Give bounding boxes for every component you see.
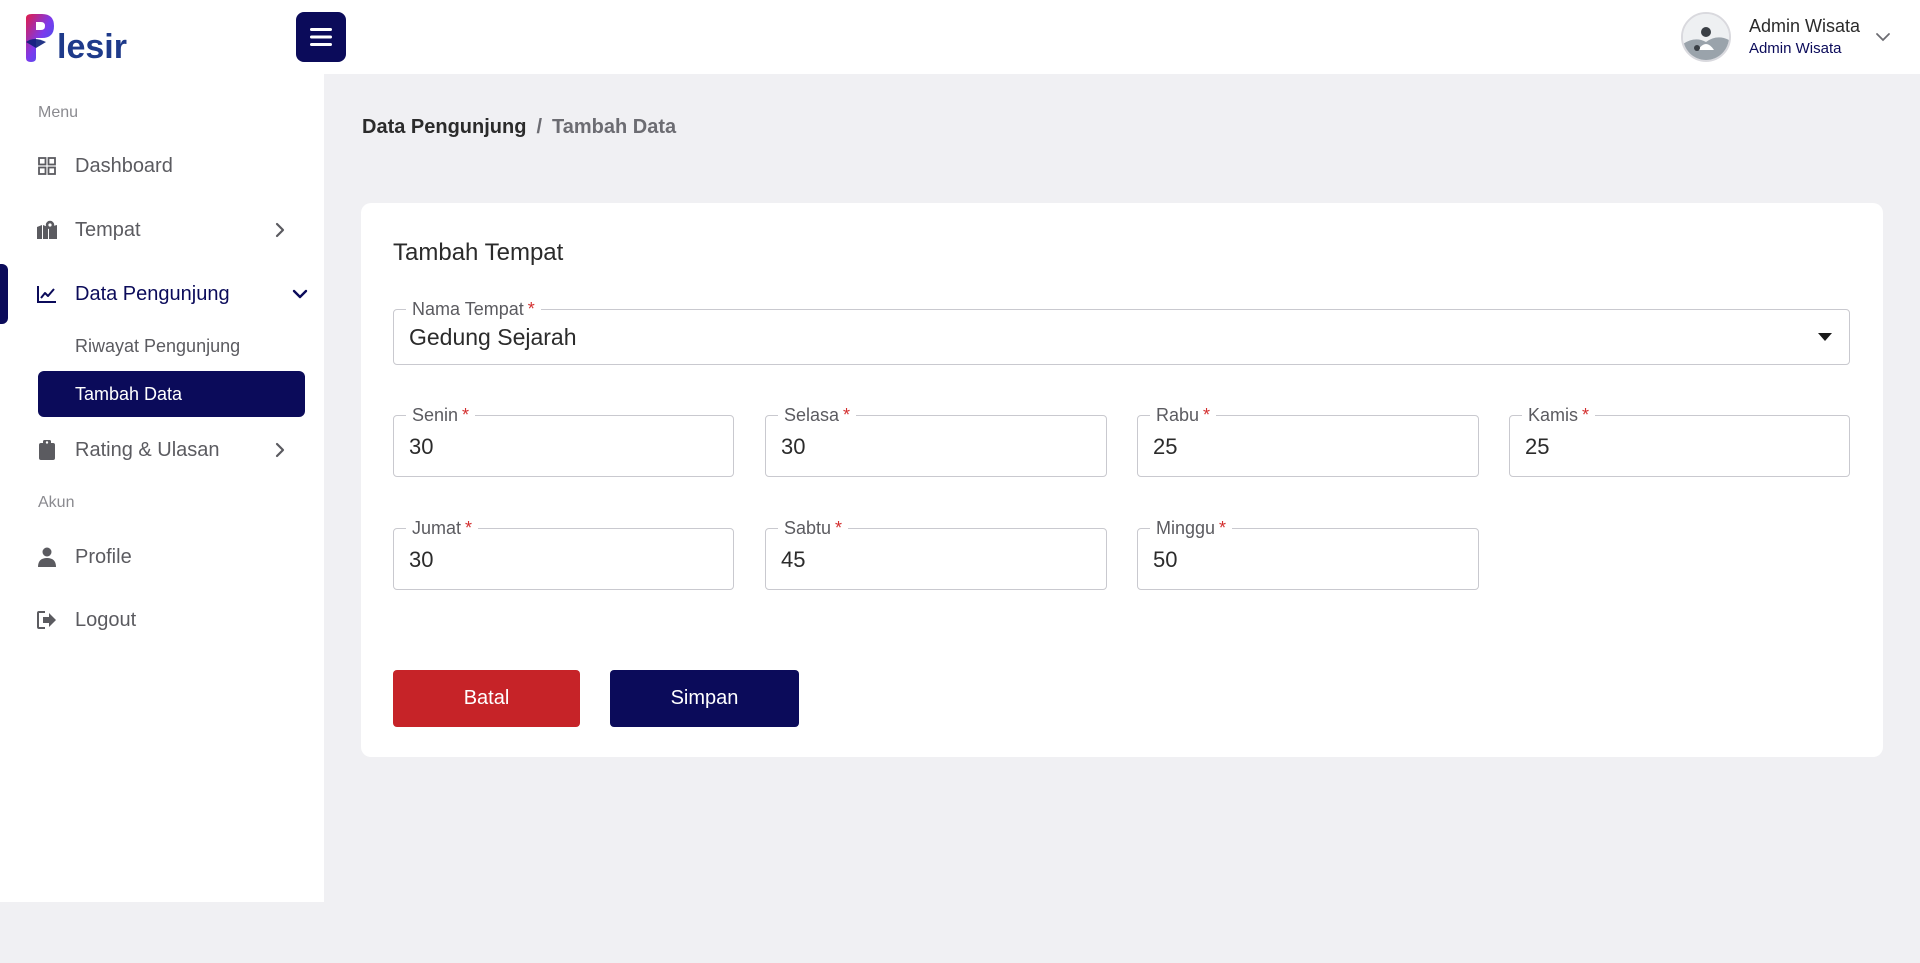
chevron-right-icon <box>275 222 285 238</box>
sidebar-item-label: Logout <box>75 608 137 631</box>
required-mark: * <box>1203 405 1211 425</box>
sidebar-item-label: Data Pengunjung <box>75 282 230 305</box>
jumat-label: Jumat <box>412 518 462 538</box>
form-card: Tambah Tempat Nama Tempat * Gedung Sejara… <box>361 203 1883 757</box>
required-mark: * <box>843 405 851 425</box>
selasa-value: 30 <box>781 434 806 459</box>
sidebar-item-rating[interactable]: Rating & Ulasan <box>0 428 324 472</box>
sidebar-item-label: Tempat <box>75 218 141 241</box>
rabu-field[interactable]: Rabu * 25 <box>1137 404 1479 477</box>
form-title: Tambah Tempat <box>393 239 564 266</box>
map-icon <box>36 219 58 241</box>
rabu-value: 25 <box>1153 434 1178 459</box>
line-chart-icon <box>36 283 58 305</box>
jumat-field[interactable]: Jumat * 30 <box>393 517 734 590</box>
required-mark: * <box>462 405 470 425</box>
jumat-value: 30 <box>409 547 434 572</box>
sidebar-item-dashboard[interactable]: Dashboard <box>0 144 324 188</box>
senin-field[interactable]: Senin * 30 <box>393 404 734 477</box>
sidebar-item-data-pengunjung[interactable]: Data Pengunjung <box>0 272 324 316</box>
kamis-field[interactable]: Kamis * 25 <box>1509 404 1850 477</box>
cancel-button[interactable]: Batal <box>393 670 580 727</box>
minggu-field[interactable]: Minggu * 50 <box>1137 517 1479 590</box>
chevron-down-icon <box>292 289 308 299</box>
sabtu-label: Sabtu <box>784 518 832 538</box>
minggu-label: Minggu <box>1156 518 1216 538</box>
selasa-field[interactable]: Selasa * 30 <box>765 404 1107 477</box>
required-mark: * <box>465 518 473 538</box>
place-select[interactable]: Nama Tempat * Gedung Sejarah <box>393 298 1850 365</box>
sidebar-item-profile[interactable]: Profile <box>0 535 324 579</box>
place-select-value: Gedung Sejarah <box>409 324 577 350</box>
senin-value: 30 <box>409 434 434 459</box>
clipboard-icon <box>36 439 58 461</box>
sidebar-subitem-label: Riwayat Pengunjung <box>75 335 241 356</box>
sidebar-item-label: Rating & Ulasan <box>75 438 220 461</box>
senin-label: Senin <box>412 405 459 425</box>
sidebar-subitem-riwayat[interactable]: Riwayat Pengunjung <box>38 323 305 369</box>
selasa-label: Selasa <box>784 405 840 425</box>
user-menu[interactable]: Admin Wisata Admin Wisata <box>1680 12 1892 62</box>
caret-down-icon <box>1818 333 1832 341</box>
kamis-label: Kamis <box>1528 405 1579 425</box>
user-icon <box>36 546 58 568</box>
required-mark: * <box>527 299 535 319</box>
chevron-right-icon <box>275 442 285 458</box>
plesir-logo[interactable]: lesir <box>24 12 140 64</box>
breadcrumb: Data Pengunjung / Tambah Data <box>362 116 676 139</box>
hamburger-icon <box>310 28 332 46</box>
logout-icon <box>36 609 58 631</box>
place-select-label: Nama Tempat <box>412 299 524 319</box>
sidebar-item-tempat[interactable]: Tempat <box>0 208 324 252</box>
sidebar-item-label: Profile <box>75 545 132 568</box>
user-role: Admin Wisata <box>1748 40 1842 57</box>
required-mark: * <box>1582 405 1590 425</box>
rabu-label: Rabu <box>1156 405 1200 425</box>
kamis-value: 25 <box>1525 434 1550 459</box>
minggu-value: 50 <box>1153 547 1178 572</box>
menu-toggle-button[interactable] <box>296 12 346 62</box>
avatar <box>1680 12 1731 62</box>
sidebar-item-logout[interactable]: Logout <box>0 598 324 642</box>
sabtu-value: 45 <box>781 547 806 572</box>
top-header: lesir Admin Wisata Admin Wisata <box>0 0 1920 74</box>
sidebar: Menu Dashboard Tempat Data Pengunjung Ri… <box>0 74 324 902</box>
sabtu-field[interactable]: Sabtu * 45 <box>765 517 1107 590</box>
account-section-label: Akun <box>38 494 75 511</box>
sidebar-subitem-label: Tambah Data <box>75 383 183 404</box>
breadcrumb-separator: / <box>536 116 543 138</box>
required-mark: * <box>1219 518 1227 538</box>
user-name: Admin Wisata <box>1748 16 1860 36</box>
sidebar-subitem-tambah-data[interactable]: Tambah Data <box>38 371 305 417</box>
required-mark: * <box>835 518 843 538</box>
breadcrumb-current: Tambah Data <box>552 116 677 138</box>
sidebar-item-label: Dashboard <box>75 154 173 177</box>
grid-icon <box>36 155 58 177</box>
breadcrumb-parent[interactable]: Data Pengunjung <box>362 116 526 139</box>
menu-section-label: Menu <box>38 104 79 121</box>
save-button[interactable]: Simpan <box>610 670 799 727</box>
chevron-down-icon <box>1876 33 1890 42</box>
svg-text:lesir: lesir <box>57 28 127 64</box>
